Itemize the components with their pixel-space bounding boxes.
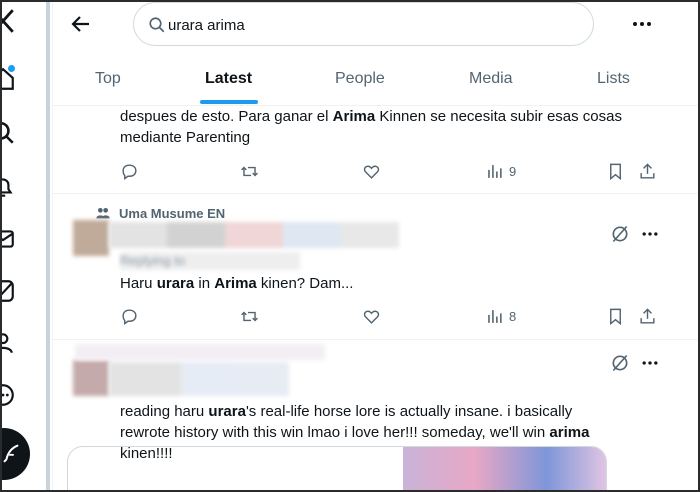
reply-hint: Replying to: [120, 252, 300, 270]
search-highlight: arima: [549, 424, 590, 441]
more-icon[interactable]: [640, 353, 660, 373]
scrollbar[interactable]: [46, 0, 50, 492]
avatar[interactable]: [73, 360, 109, 396]
like-button[interactable]: [362, 161, 381, 181]
community-icon: [96, 208, 110, 219]
views-button[interactable]: 8: [485, 306, 516, 326]
back-arrow-icon: [71, 16, 89, 32]
search-icon: [149, 17, 165, 33]
tab-media[interactable]: Media: [469, 70, 513, 88]
tweet-1-text: despues de esto. Para ganar el Arima Kin…: [120, 106, 660, 148]
mail-icon[interactable]: [0, 226, 16, 252]
views-icon: [488, 164, 502, 178]
reply-icon: [122, 163, 137, 180]
retweet-icon: [241, 311, 258, 321]
share-icon: [640, 162, 655, 179]
search-header: Top Latest People Media Lists: [53, 0, 700, 106]
share-button[interactable]: [638, 161, 657, 181]
x-logo-icon[interactable]: [0, 8, 16, 34]
share-button[interactable]: [638, 306, 657, 326]
reply-button[interactable]: [120, 161, 139, 181]
tweet-1-actions: 9: [120, 161, 660, 181]
media-image[interactable]: [403, 447, 606, 492]
tweet-3-line-1: reading haru urara's real-life horse lor…: [120, 403, 573, 420]
back-button[interactable]: [67, 10, 95, 38]
bookmark-button[interactable]: [606, 306, 625, 326]
left-nav-rail: [0, 0, 46, 492]
compose-icon: [3, 444, 19, 463]
tweet-3-corner-actions: [610, 353, 664, 373]
tweet-3-media-card[interactable]: [67, 446, 607, 492]
search-tabs: Top Latest People Media Lists: [53, 56, 700, 106]
tab-latest[interactable]: Latest: [205, 70, 252, 88]
social-context[interactable]: Uma Musume EN: [95, 204, 225, 222]
more-icon[interactable]: [640, 224, 660, 244]
tweet-2-text: Haru urara in Arima kinen? Dam...: [120, 275, 354, 292]
home-notification-dot: [8, 65, 15, 72]
grok-slash-icon[interactable]: [610, 353, 630, 373]
search-highlight: Arima: [332, 108, 376, 125]
like-icon: [363, 165, 380, 179]
search-input[interactable]: [168, 14, 568, 36]
tweet-3-line-2: rewrote history with this win lmao i lov…: [120, 424, 590, 441]
author-name-redacted[interactable]: [109, 222, 399, 248]
avatar[interactable]: [73, 220, 109, 256]
more-icon: [633, 22, 651, 26]
search-highlight: urara: [208, 403, 246, 420]
bell-icon[interactable]: [0, 174, 16, 200]
search-highlight: Arima: [214, 275, 257, 292]
tweet-2[interactable]: Uma Musume EN Replying to Haru urara in …: [53, 194, 700, 340]
repost-context-redacted: [75, 344, 325, 360]
grok-slash-icon[interactable]: [610, 224, 630, 244]
more-options-button[interactable]: [630, 12, 654, 36]
author-name-redacted[interactable]: [109, 362, 289, 396]
retweet-button[interactable]: [240, 161, 259, 181]
tab-top[interactable]: Top: [95, 70, 121, 88]
search-icon[interactable]: [0, 120, 16, 146]
bookmark-icon: [610, 308, 621, 325]
tweet-2-corner-actions: [610, 224, 664, 244]
search-box[interactable]: [133, 2, 594, 46]
compose-button[interactable]: [0, 428, 30, 480]
tweet-1-line-1: despues de esto. Para ganar el Arima Kin…: [120, 108, 622, 125]
views-icon: [488, 309, 502, 323]
tweet-1[interactable]: despues de esto. Para ganar el Arima Kin…: [53, 106, 700, 194]
social-context-label: Uma Musume EN: [119, 205, 226, 221]
share-icon: [640, 307, 655, 324]
search-highlight: urara: [156, 275, 195, 292]
tab-people[interactable]: People: [335, 70, 385, 88]
retweet-icon: [241, 166, 258, 176]
reply-icon: [122, 308, 137, 325]
bookmark-button[interactable]: [606, 161, 625, 181]
tweet-2-actions: 8: [120, 306, 660, 326]
views-count: 8: [509, 308, 517, 324]
active-tab-indicator: [200, 100, 258, 104]
tweet-1-line-2: mediante Parenting: [120, 129, 251, 146]
grok-icon[interactable]: [0, 278, 16, 304]
reply-button[interactable]: [120, 306, 139, 326]
bookmark-icon: [610, 163, 621, 180]
more-circle-icon[interactable]: [0, 382, 16, 408]
like-button[interactable]: [362, 306, 381, 326]
tab-lists[interactable]: Lists: [597, 70, 630, 88]
views-button[interactable]: 9: [485, 161, 516, 181]
like-icon: [363, 310, 380, 324]
profile-icon[interactable]: [0, 330, 16, 356]
views-count: 9: [509, 163, 517, 179]
retweet-button[interactable]: [240, 306, 259, 326]
